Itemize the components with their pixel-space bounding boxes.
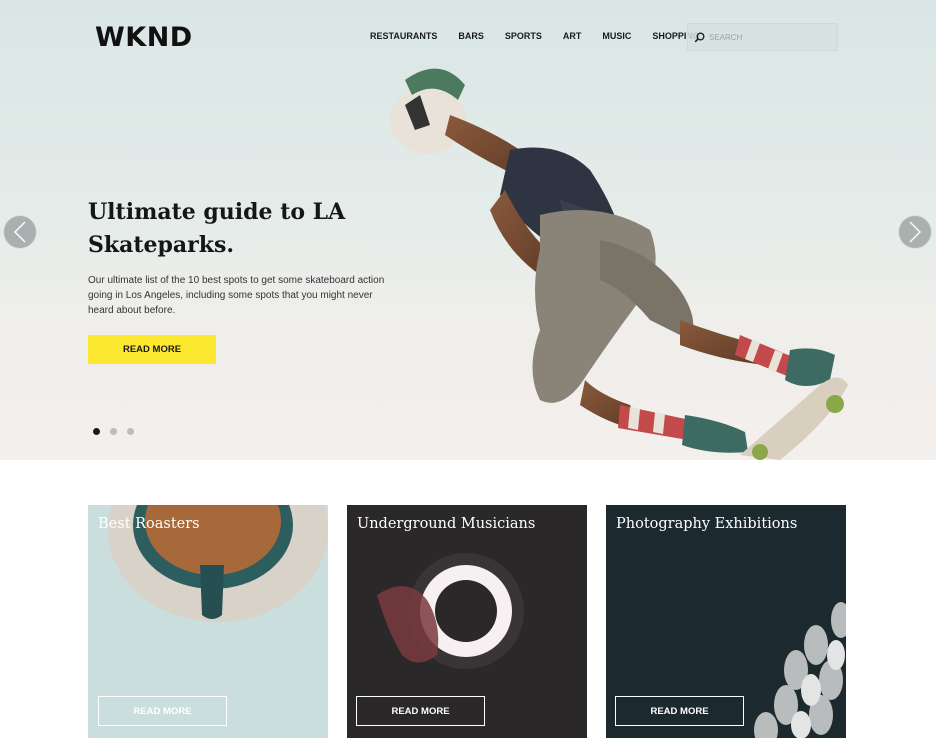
hero-read-more-button[interactable]: READ MORE <box>88 335 216 364</box>
carousel-prev-button[interactable] <box>3 215 37 249</box>
chevron-left-icon <box>14 221 26 243</box>
card-best-roasters[interactable]: Best Roasters READ MORE <box>88 505 328 738</box>
card-underground-musicians[interactable]: Underground Musicians READ MORE <box>347 505 587 738</box>
hero-carousel: WKND RESTAURANTS BARS SPORTS ART MUSIC S… <box>0 0 936 460</box>
carousel-dot-3[interactable] <box>127 428 134 435</box>
carousel-indicators <box>93 428 144 435</box>
site-logo[interactable]: WKND <box>95 22 193 53</box>
card-title: Underground Musicians <box>357 516 536 532</box>
carousel-dot-1[interactable] <box>93 428 100 435</box>
carousel-dot-2[interactable] <box>110 428 117 435</box>
search-icon <box>694 32 705 42</box>
nav-item-sports[interactable]: SPORTS <box>505 31 542 41</box>
card-read-more-button[interactable]: READ MORE <box>356 696 485 726</box>
card-read-more-button[interactable]: READ MORE <box>98 696 227 726</box>
card-photography-exhibitions[interactable]: Photography Exhibitions READ MORE <box>606 505 846 738</box>
nav-item-art[interactable]: ART <box>563 31 582 41</box>
nav-item-restaurants[interactable]: RESTAURANTS <box>370 31 437 41</box>
main-nav: RESTAURANTS BARS SPORTS ART MUSIC SHOPPI… <box>370 31 721 41</box>
hero-title: Ultimate guide to LA Skateparks. <box>88 199 346 258</box>
hero-description: Our ultimate list of the 10 best spots t… <box>88 275 385 316</box>
card-title: Photography Exhibitions <box>616 516 798 532</box>
card-title: Best Roasters <box>98 516 200 532</box>
search-input[interactable] <box>709 32 829 42</box>
carousel-next-button[interactable] <box>898 215 932 249</box>
nav-item-bars[interactable]: BARS <box>458 31 484 41</box>
nav-item-music[interactable]: MUSIC <box>602 31 631 41</box>
search-box[interactable] <box>687 23 838 51</box>
card-read-more-button[interactable]: READ MORE <box>615 696 744 726</box>
chevron-right-icon <box>909 221 921 243</box>
